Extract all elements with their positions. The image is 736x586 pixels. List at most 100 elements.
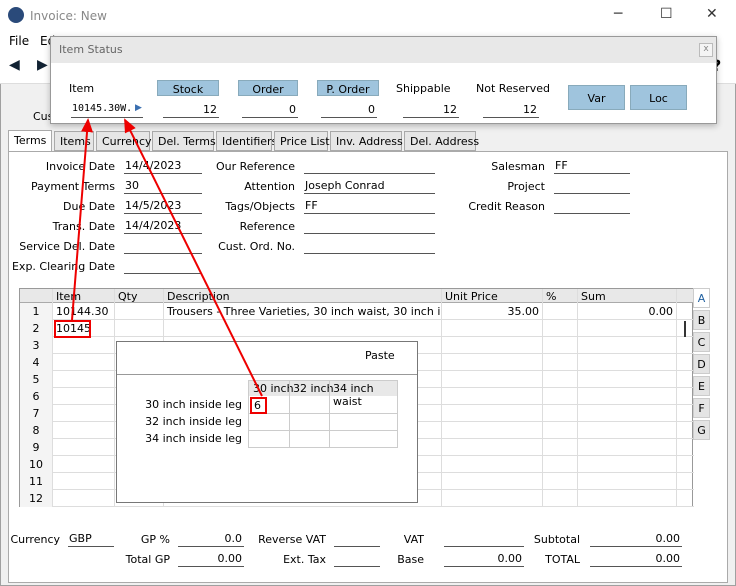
item-label: Item	[69, 82, 95, 95]
loc-button[interactable]: Loc	[630, 85, 687, 110]
due-date-field[interactable]: 14/5/2023	[124, 199, 202, 214]
side-tab-c[interactable]: C	[693, 332, 710, 352]
tab-items[interactable]: Items	[54, 131, 94, 151]
cell-qty[interactable]	[115, 320, 164, 337]
order-button[interactable]: Order	[238, 80, 298, 96]
cell-unit-price[interactable]	[442, 473, 543, 490]
cust-ord-no-field[interactable]	[304, 239, 435, 254]
cell-item[interactable]	[53, 473, 115, 490]
cell-sum[interactable]	[578, 371, 677, 388]
maximize-button[interactable]: ☐	[660, 6, 673, 22]
close-icon[interactable]: x	[699, 43, 713, 57]
cell-sum[interactable]	[578, 354, 677, 371]
cell-unit-price[interactable]	[442, 388, 543, 405]
menu-file[interactable]: File	[9, 34, 29, 48]
cell-percent[interactable]	[543, 422, 578, 439]
cell-sum[interactable]	[578, 422, 677, 439]
stock-button[interactable]: Stock	[157, 80, 219, 96]
cell-percent[interactable]	[543, 490, 578, 507]
currency-field[interactable]: GBP	[68, 532, 114, 547]
cell-sum[interactable]	[578, 456, 677, 473]
cell-unit-price[interactable]: 35.00	[442, 303, 543, 320]
cell-unit-price[interactable]	[442, 371, 543, 388]
cell-sum[interactable]	[578, 439, 677, 456]
credit-reason-field[interactable]	[554, 199, 630, 214]
cell-item[interactable]	[53, 456, 115, 473]
our-reference-field[interactable]	[304, 159, 435, 174]
cell-sum[interactable]	[578, 473, 677, 490]
trans-date-field[interactable]: 14/4/2023	[124, 219, 202, 234]
cell-sum[interactable]	[578, 388, 677, 405]
matrix-cell-input[interactable]: 6	[250, 397, 267, 414]
cell-item[interactable]	[53, 354, 115, 371]
cell-percent[interactable]	[543, 371, 578, 388]
tab-del-address[interactable]: Del. Address	[404, 131, 479, 151]
cell-percent[interactable]	[543, 337, 578, 354]
cell-unit-price[interactable]	[442, 422, 543, 439]
item-field[interactable]: 10145.30W.	[71, 103, 143, 118]
payment-terms-field[interactable]: 30	[124, 179, 202, 194]
tab-del-terms[interactable]: Del. Terms	[152, 131, 216, 151]
p-order-button[interactable]: P. Order	[317, 80, 379, 96]
cell-percent[interactable]	[543, 303, 578, 320]
cell-percent[interactable]	[543, 405, 578, 422]
paste-button[interactable]: Paste	[365, 349, 395, 362]
side-tab-b[interactable]: B	[693, 310, 710, 330]
cell-description[interactable]	[164, 320, 442, 337]
cell-unit-price[interactable]	[442, 405, 543, 422]
cell-sum[interactable]	[578, 337, 677, 354]
matrix-grid: 30 inch 32 inch 34 inch waist 6	[248, 380, 398, 448]
cell-percent[interactable]	[543, 388, 578, 405]
cell-item[interactable]	[53, 490, 115, 507]
cell-percent[interactable]	[543, 473, 578, 490]
cell-sum[interactable]	[578, 320, 677, 337]
forward-arrow-icon[interactable]: ▶	[37, 57, 48, 73]
cell-unit-price[interactable]	[442, 456, 543, 473]
attention-field[interactable]: Joseph Conrad	[304, 179, 435, 194]
cell-percent[interactable]	[543, 354, 578, 371]
tags-objects-field[interactable]: FF	[304, 199, 435, 214]
minimize-button[interactable]: ─	[614, 6, 622, 22]
side-tab-f[interactable]: F	[693, 398, 710, 418]
exp-clearing-date-field[interactable]	[124, 259, 202, 274]
cell-percent[interactable]	[543, 320, 578, 337]
side-tab-d[interactable]: D	[693, 354, 710, 374]
side-tab-e[interactable]: E	[693, 376, 710, 396]
tab-inv-address[interactable]: Inv. Address	[330, 131, 403, 151]
cell-percent[interactable]	[543, 439, 578, 456]
tab-price-list[interactable]: Price List	[274, 131, 330, 151]
cell-item[interactable]	[53, 405, 115, 422]
invoice-date-field[interactable]: 14/4/2023	[124, 159, 202, 174]
cell-sum[interactable]	[578, 490, 677, 507]
side-tab-g[interactable]: G	[693, 420, 710, 440]
cell-item[interactable]	[53, 371, 115, 388]
cell-unit-price[interactable]	[442, 490, 543, 507]
cell-percent[interactable]	[543, 456, 578, 473]
cell-description[interactable]: Trousers - Three Varieties, 30 inch wais…	[164, 303, 442, 320]
tab-identifiers[interactable]: Identifiers	[216, 131, 277, 151]
project-field[interactable]	[554, 179, 630, 194]
cell-sum[interactable]	[578, 405, 677, 422]
cell-item[interactable]	[53, 388, 115, 405]
cell-qty[interactable]	[115, 303, 164, 320]
cell-item[interactable]	[53, 439, 115, 456]
cell-unit-price[interactable]	[442, 337, 543, 354]
reference-field[interactable]	[304, 219, 435, 234]
var-button[interactable]: Var	[568, 85, 625, 110]
tab-terms[interactable]: Terms	[8, 130, 52, 152]
tab-currency[interactable]: Currency	[96, 131, 152, 151]
cell-item[interactable]: 10144.30	[53, 303, 115, 320]
cell-sum[interactable]: 0.00	[578, 303, 677, 320]
item-arrow-icon[interactable]: ▶	[135, 103, 142, 113]
cell-unit-price[interactable]	[442, 439, 543, 456]
cell-unit-price[interactable]	[442, 320, 543, 337]
close-button[interactable]: ✕	[706, 6, 718, 22]
salesman-field[interactable]: FF	[554, 159, 630, 174]
cell-item[interactable]	[53, 337, 115, 354]
side-tab-a[interactable]: A	[693, 288, 710, 308]
cell-unit-price[interactable]	[442, 354, 543, 371]
scrollbar-thumb[interactable]	[684, 321, 686, 337]
back-arrow-icon[interactable]: ◀	[9, 57, 20, 73]
cell-item[interactable]	[53, 422, 115, 439]
service-del-date-field[interactable]	[124, 239, 202, 254]
